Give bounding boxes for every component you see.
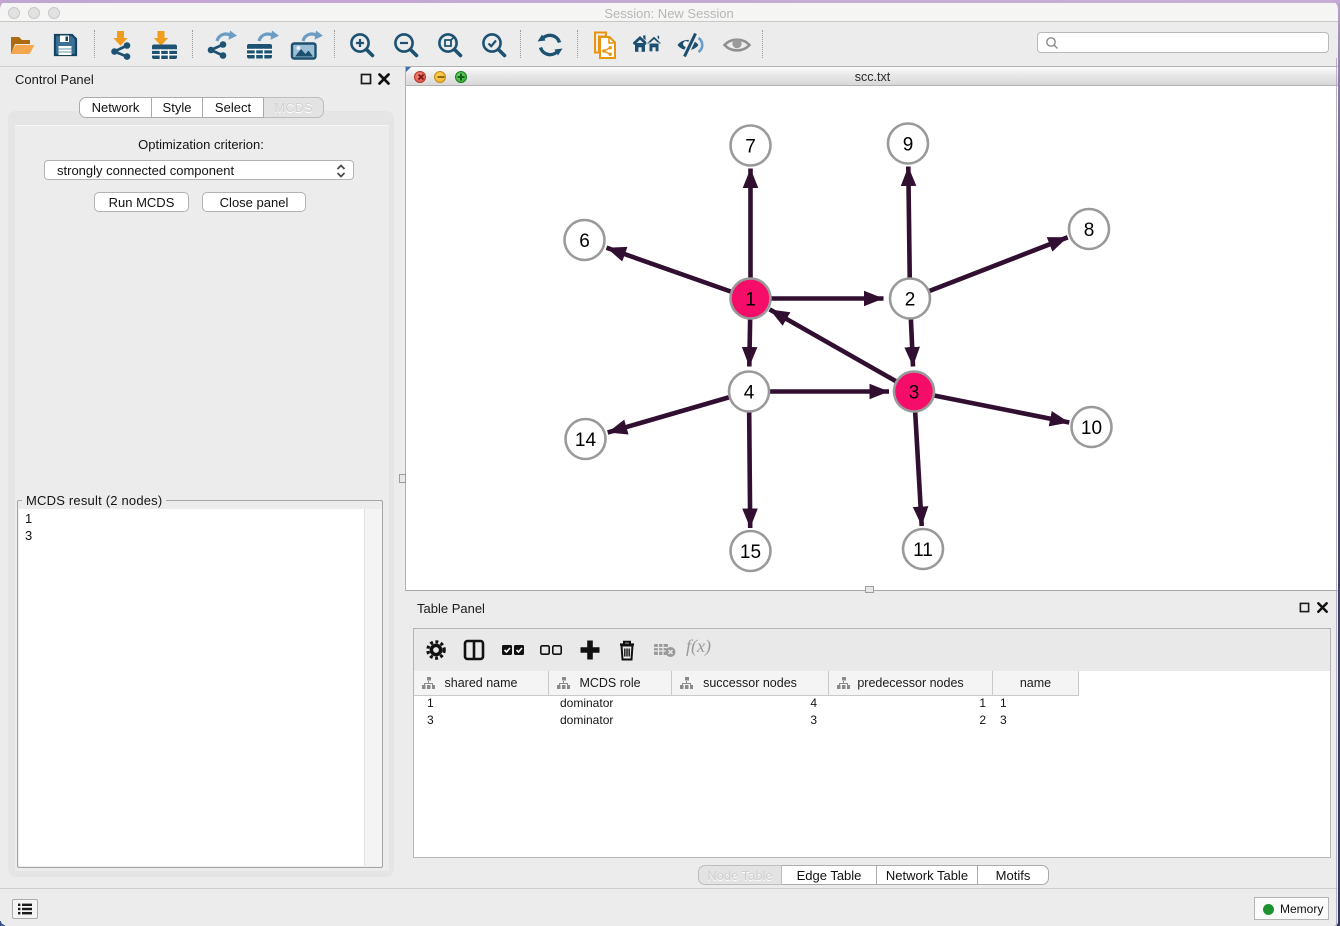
svg-text:9: 9 [903, 135, 914, 156]
svg-text:4: 4 [744, 383, 755, 404]
svg-text:2: 2 [905, 290, 916, 311]
svg-text:10: 10 [1081, 418, 1102, 439]
svg-text:6: 6 [579, 231, 590, 252]
svg-text:8: 8 [1084, 220, 1095, 241]
svg-text:7: 7 [745, 137, 756, 158]
svg-text:1: 1 [745, 290, 756, 311]
svg-text:3: 3 [909, 383, 920, 404]
svg-text:15: 15 [740, 542, 761, 563]
svg-text:11: 11 [913, 540, 933, 561]
svg-text:14: 14 [575, 430, 597, 451]
